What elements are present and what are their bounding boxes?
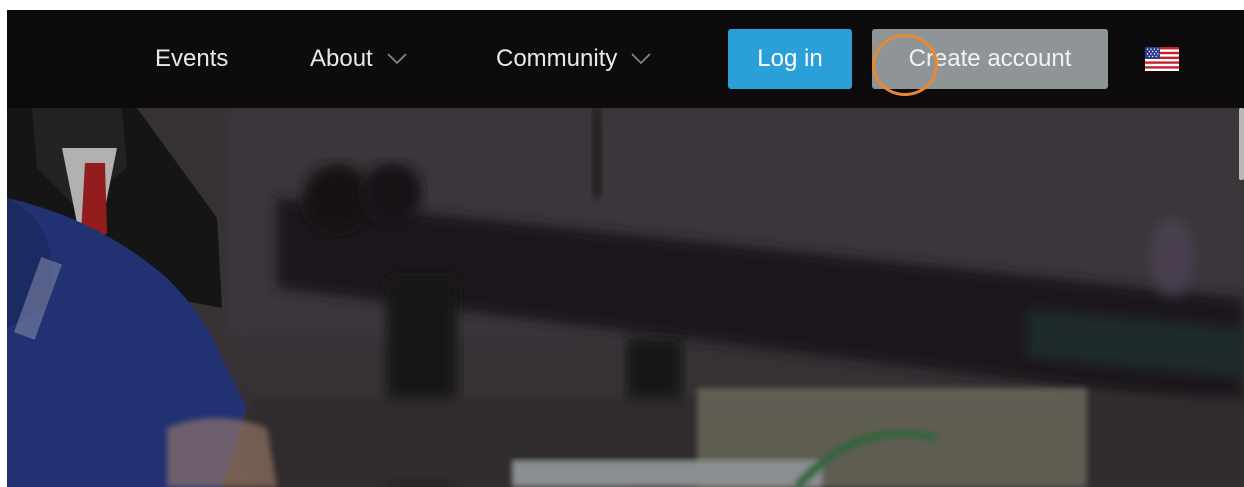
chevron-down-icon — [387, 53, 407, 65]
hero-photo — [7, 108, 1244, 487]
hero-background-image — [7, 108, 1244, 487]
login-button-label: Log in — [757, 45, 823, 72]
nav-item-community-label: Community — [496, 45, 618, 72]
top-navigation-bar: Events About Community Log in Create acc… — [7, 10, 1244, 108]
login-button[interactable]: Log in — [728, 29, 852, 89]
nav-item-community[interactable]: Community — [496, 10, 651, 108]
create-account-button[interactable]: Create account — [872, 29, 1108, 89]
chevron-down-icon — [631, 53, 651, 65]
nav-item-events[interactable]: Events — [155, 10, 228, 108]
create-account-button-label: Create account — [908, 45, 1072, 72]
scrollbar-thumb[interactable] — [1239, 108, 1244, 180]
browser-viewport: Events About Community Log in Create acc… — [0, 0, 1244, 487]
us-flag-icon[interactable] — [1145, 47, 1179, 71]
nav-item-events-label: Events — [155, 45, 229, 72]
nav-item-about-label: About — [310, 45, 373, 72]
nav-item-about[interactable]: About — [310, 10, 407, 108]
